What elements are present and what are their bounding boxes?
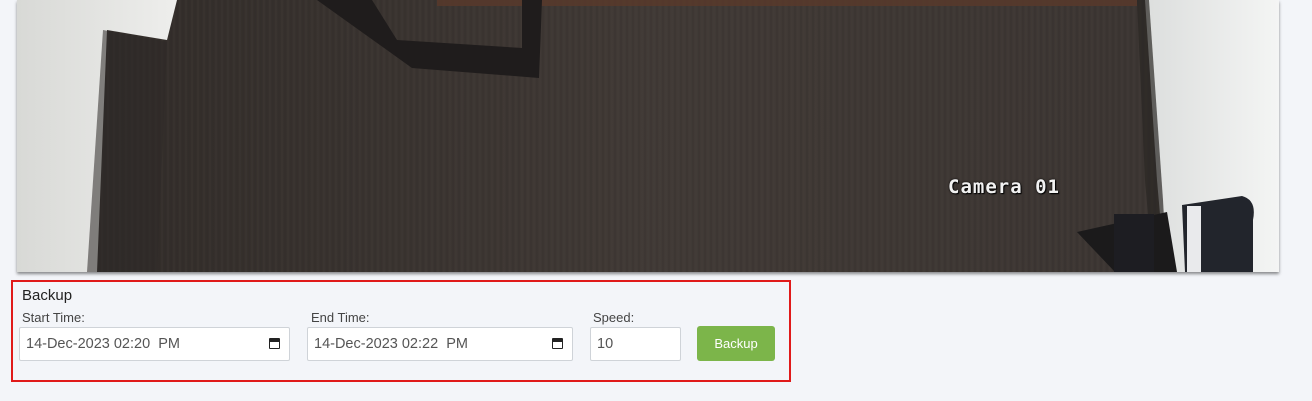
backup-section-title: Backup bbox=[22, 287, 73, 304]
end-time-input[interactable]: 14-Dec-2023 02:22 PM bbox=[307, 327, 573, 361]
speed-input[interactable]: 10 bbox=[590, 327, 681, 361]
speed-label: Speed: bbox=[593, 310, 635, 325]
start-time-input[interactable]: 14-Dec-2023 02:20 PM bbox=[19, 327, 290, 361]
page: Camera 01 Backup Start Time: 14-Dec-2023… bbox=[0, 0, 1312, 401]
end-time-label: End Time: bbox=[311, 310, 370, 325]
camera-video-feed[interactable]: Camera 01 bbox=[17, 0, 1279, 272]
camera-frame-image bbox=[17, 0, 1279, 272]
backup-button[interactable]: Backup bbox=[697, 326, 775, 361]
calendar-icon[interactable] bbox=[269, 338, 280, 349]
camera-name-overlay: Camera 01 bbox=[948, 176, 1060, 198]
end-time-value: 14-Dec-2023 02:22 PM bbox=[314, 336, 468, 352]
start-time-label: Start Time: bbox=[22, 310, 85, 325]
speed-value: 10 bbox=[597, 336, 614, 352]
start-time-value: 14-Dec-2023 02:20 PM bbox=[26, 336, 180, 352]
calendar-icon[interactable] bbox=[552, 338, 563, 349]
backup-panel: Backup Start Time: 14-Dec-2023 02:20 PM … bbox=[11, 280, 791, 382]
